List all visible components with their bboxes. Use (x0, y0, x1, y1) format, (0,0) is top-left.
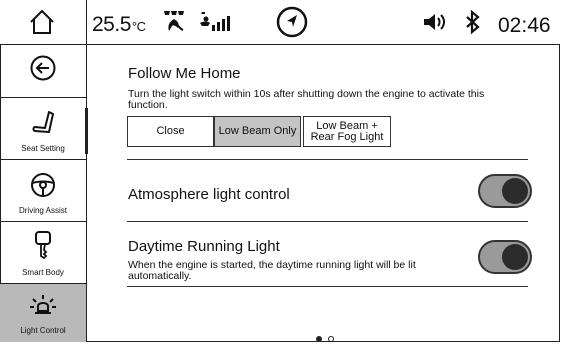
signal-icon (200, 12, 230, 31)
light-control-panel: Follow Me Home Turn the light switch wit… (87, 45, 560, 342)
back-arrow-icon (30, 55, 56, 81)
light-icon (30, 295, 56, 314)
option-low-beam-only-button[interactable]: Low Beam Only (214, 116, 301, 147)
sidebar: Seat Setting Driving Assist Smart Body L… (0, 44, 87, 342)
volume-icon[interactable] (423, 12, 447, 32)
sidebar-item-light-control[interactable]: Light Control (0, 284, 86, 342)
sidebar-item-label: Light Control (20, 326, 66, 335)
section-divider (127, 221, 528, 222)
page-dot-active[interactable] (316, 336, 322, 342)
section-divider (127, 159, 528, 160)
toggle-knob (502, 178, 528, 204)
back-button[interactable] (0, 44, 86, 98)
section-divider (127, 286, 528, 287)
atmosphere-light-toggle[interactable] (478, 174, 532, 208)
home-button[interactable] (0, 0, 87, 44)
temperature-unit: °C (131, 19, 146, 34)
home-icon (30, 9, 54, 34)
temperature-readout: 25.5°C (92, 13, 146, 37)
temperature-value: 25.5 (92, 13, 131, 36)
navigation-icon[interactable] (276, 6, 308, 38)
sidebar-item-label: Smart Body (22, 268, 64, 277)
sidebar-item-driving-assist[interactable]: Driving Assist (0, 160, 86, 222)
daytime-running-light-toggle[interactable] (478, 240, 532, 274)
daytime-running-light-description: When the engine is started, the daytime … (128, 259, 416, 282)
fan-icon[interactable] (161, 9, 187, 33)
daytime-running-light-title: Daytime Running Light (128, 238, 280, 255)
option-close-button[interactable]: Close (127, 116, 214, 147)
toggle-knob (502, 244, 528, 270)
sidebar-item-label: Seat Setting (21, 144, 65, 153)
option-low-beam-rear-fog-button[interactable]: Low Beam + Rear Fog Light (303, 116, 391, 147)
sidebar-item-smart-body[interactable]: Smart Body (0, 222, 86, 284)
status-bar: 25.5°C 02:46 (0, 0, 560, 45)
follow-me-home-title: Follow Me Home (128, 65, 241, 82)
page-dot-inactive[interactable] (328, 336, 335, 342)
key-icon (35, 231, 51, 260)
bluetooth-icon (466, 10, 480, 34)
atmosphere-light-title: Atmosphere light control (128, 186, 290, 203)
clock: 02:46 (498, 14, 551, 37)
steering-wheel-icon (31, 173, 55, 197)
sidebar-item-label: Driving Assist (18, 206, 67, 215)
seat-icon (32, 111, 54, 133)
page-indicator[interactable] (315, 329, 335, 347)
follow-me-home-description: Turn the light switch within 10s after s… (128, 88, 485, 111)
sidebar-item-seat-setting[interactable]: Seat Setting (0, 98, 86, 160)
